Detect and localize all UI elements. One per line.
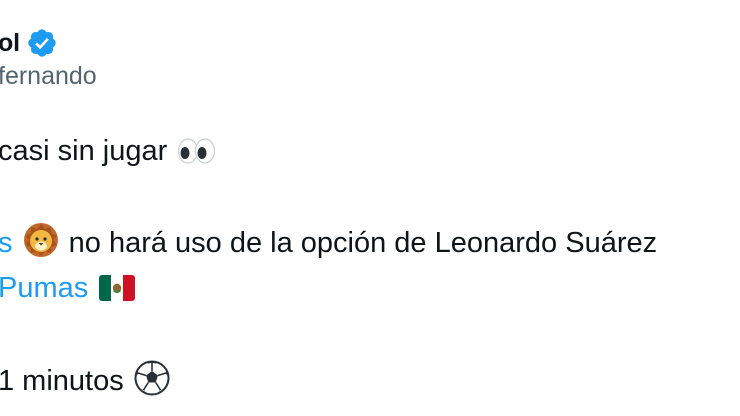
pumas-link[interactable]: Pumas	[0, 272, 88, 304]
tweet-text-line-3: Pumas	[0, 268, 138, 314]
verified-badge-icon	[26, 27, 58, 59]
mexico-flag-emoji-icon	[98, 273, 136, 314]
tweet-text-line-4: 1 minutos	[0, 360, 172, 407]
tweet-text-fragment: casi sin jugar	[0, 135, 168, 167]
tweet-text-fragment: no hará uso de la opción de Leonardo Suá…	[68, 227, 658, 259]
team-link-fragment[interactable]: s	[0, 227, 13, 259]
author-name-row[interactable]: ol	[0, 26, 58, 60]
tweet-text-line-1: casi sin jugar	[0, 131, 217, 177]
lion-emoji-icon	[23, 222, 59, 269]
tweet-text-fragment: 1 minutos	[0, 365, 124, 397]
soccer-ball-emoji-icon	[134, 360, 170, 407]
tweet-container: ol fernando casi sin jugar s no hará uso…	[0, 0, 740, 416]
tweet-text-line-2: s no hará uso de la opción de Leonardo S…	[0, 222, 657, 269]
author-display-name[interactable]: ol	[0, 29, 20, 58]
eyes-emoji-icon	[177, 136, 216, 177]
author-handle[interactable]: fernando	[0, 62, 97, 91]
